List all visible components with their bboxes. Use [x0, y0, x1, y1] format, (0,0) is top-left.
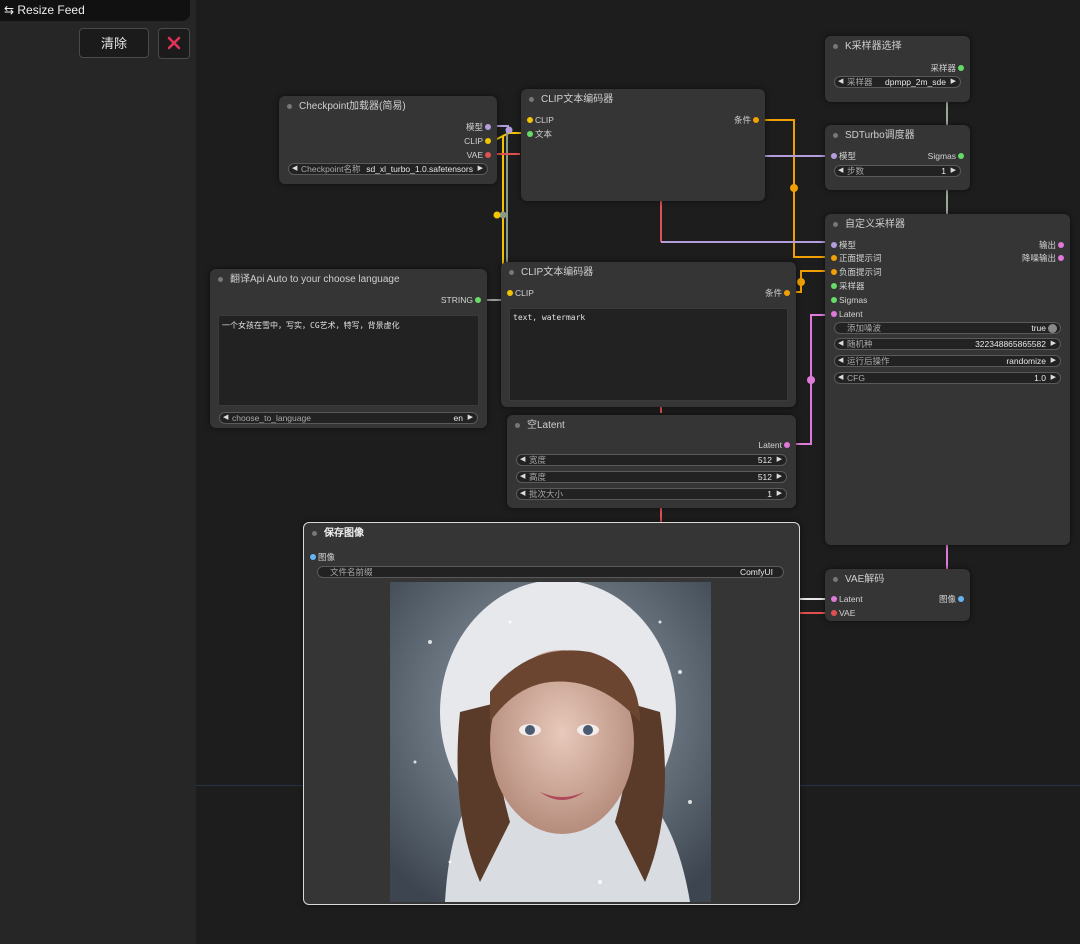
custom-sampler-node[interactable]: 自定义采样器 模型 正面提示词 负面提示词 采样器 Sigmas Latent … [825, 214, 1070, 545]
output-conditioning[interactable]: 条件 [765, 287, 790, 299]
input-clip[interactable]: CLIP [527, 114, 554, 126]
input-positive[interactable]: 正面提示词 [831, 252, 882, 264]
input-text[interactable]: 文本 [527, 128, 552, 140]
checkpoint-loader-node[interactable]: Checkpoint加载器(简易) 模型 CLIP VAE ◀ Checkpoin… [279, 96, 497, 184]
node-title: CLIP文本编码器 [521, 267, 594, 278]
input-vae[interactable]: VAE [831, 607, 855, 619]
arrow-right-icon: ▶ [1050, 357, 1056, 364]
negative-prompt-textarea[interactable]: text, watermark [509, 308, 788, 401]
seed-number[interactable]: ◀ 随机种 322348865865582 ▶ [834, 338, 1061, 350]
node-title: 空Latent [527, 420, 565, 431]
arrow-right-icon: ▶ [776, 490, 782, 497]
arrow-right-icon: ▶ [950, 167, 956, 174]
output-sigmas[interactable]: Sigmas [928, 150, 964, 162]
node-title: CLIP文本编码器 [541, 94, 614, 105]
output-image[interactable]: 图像 [939, 593, 964, 605]
prompt-textarea[interactable]: 一个女孩在雪中，写实，CG艺术，特写，背景虚化 [218, 315, 479, 406]
arrow-left-icon: ◀ [292, 165, 298, 172]
arrow-left-icon: ◀ [520, 456, 526, 463]
arrow-left-icon: ◀ [520, 473, 526, 480]
sdturbo-scheduler-node[interactable]: SDTurbo调度器 模型 Sigmas ◀ 步数 1 ▶ [825, 125, 970, 190]
toggle-knob-icon [1048, 324, 1057, 333]
output-output[interactable]: 输出 [1039, 239, 1064, 251]
input-model[interactable]: 模型 [831, 239, 856, 251]
output-model[interactable]: 模型 [466, 121, 491, 133]
control-after-combo[interactable]: ◀ 运行后操作 randomize ▶ [834, 355, 1061, 367]
node-title: 保存图像 [324, 528, 364, 539]
output-clip[interactable]: CLIP [464, 135, 491, 147]
output-conditioning[interactable]: 条件 [734, 114, 759, 126]
input-negative[interactable]: 负面提示词 [831, 266, 882, 278]
clip-text-encode-negative-node[interactable]: CLIP文本编码器 CLIP 条件 text, watermark [501, 262, 796, 407]
height-number[interactable]: ◀ 高度 512 ▶ [516, 471, 787, 483]
arrow-left-icon: ◀ [520, 490, 526, 497]
output-latent[interactable]: Latent [758, 439, 790, 451]
node-title: VAE解码 [845, 574, 885, 585]
arrow-left-icon: ◀ [838, 78, 844, 85]
sampler-combo[interactable]: ◀ 采样器 dpmpp_2m_sde ▶ [834, 76, 961, 88]
node-title: SDTurbo调度器 [845, 130, 915, 141]
input-sampler[interactable]: 采样器 [831, 280, 865, 292]
arrow-left-icon: ◀ [838, 357, 844, 364]
translate-api-node[interactable]: 翻译Api Auto to your choose language STRIN… [210, 269, 487, 428]
language-combo[interactable]: ◀ choose_to_language en ▶ [219, 412, 478, 424]
arrow-right-icon: ▶ [1050, 340, 1056, 347]
arrow-right-icon: ▶ [467, 414, 473, 421]
empty-latent-node[interactable]: 空Latent Latent ◀ 宽度 512 ▶ ◀ 高度 512 ▶ ◀ 批次大小 1 ▶ [507, 415, 796, 508]
input-image[interactable]: 图像 [310, 551, 335, 563]
add-noise-toggle[interactable]: 添加噪波 true [834, 322, 1061, 334]
arrow-left-icon: ◀ [838, 340, 844, 347]
batch-size-number[interactable]: ◀ 批次大小 1 ▶ [516, 488, 787, 500]
node-title: 翻译Api Auto to your choose language [230, 274, 400, 285]
width-number[interactable]: ◀ 宽度 512 ▶ [516, 454, 787, 466]
ksampler-select-node[interactable]: K采样器选择 采样器 ◀ 采样器 dpmpp_2m_sde ▶ [825, 36, 970, 102]
filename-prefix-text[interactable]: 文件名前缀 ComfyUI [317, 566, 784, 578]
cfg-number[interactable]: ◀ CFG 1.0 ▶ [834, 372, 1061, 384]
generated-image-preview[interactable] [390, 582, 711, 902]
arrow-right-icon: ▶ [477, 165, 483, 172]
input-model[interactable]: 模型 [831, 150, 856, 162]
input-clip[interactable]: CLIP [507, 287, 534, 299]
node-title: Checkpoint加载器(简易) [299, 101, 406, 112]
output-vae[interactable]: VAE [467, 149, 491, 161]
input-latent[interactable]: Latent [831, 308, 863, 320]
input-sigmas[interactable]: Sigmas [831, 294, 867, 306]
output-denoised[interactable]: 降噪输出 [1022, 252, 1064, 264]
checkpoint-combo[interactable]: ◀ Checkpoint名称 sd_xl_turbo_1.0.safetensors… [288, 163, 488, 175]
arrow-right-icon: ▶ [776, 456, 782, 463]
steps-number[interactable]: ◀ 步数 1 ▶ [834, 165, 961, 177]
node-title: 自定义采样器 [845, 219, 905, 230]
output-sampler[interactable]: 采样器 [930, 62, 964, 74]
input-latent[interactable]: Latent [831, 593, 863, 605]
arrow-right-icon: ▶ [776, 473, 782, 480]
arrow-right-icon: ▶ [1050, 374, 1056, 381]
vae-decode-node[interactable]: VAE解码 Latent VAE 图像 [825, 569, 970, 621]
arrow-left-icon: ◀ [223, 414, 229, 421]
arrow-left-icon: ◀ [838, 374, 844, 381]
arrow-right-icon: ▶ [950, 78, 956, 85]
clip-text-encode-positive-node[interactable]: CLIP文本编码器 CLIP 文本 条件 [521, 89, 765, 201]
node-title: K采样器选择 [845, 41, 902, 52]
output-string[interactable]: STRING [441, 294, 481, 306]
arrow-left-icon: ◀ [838, 167, 844, 174]
